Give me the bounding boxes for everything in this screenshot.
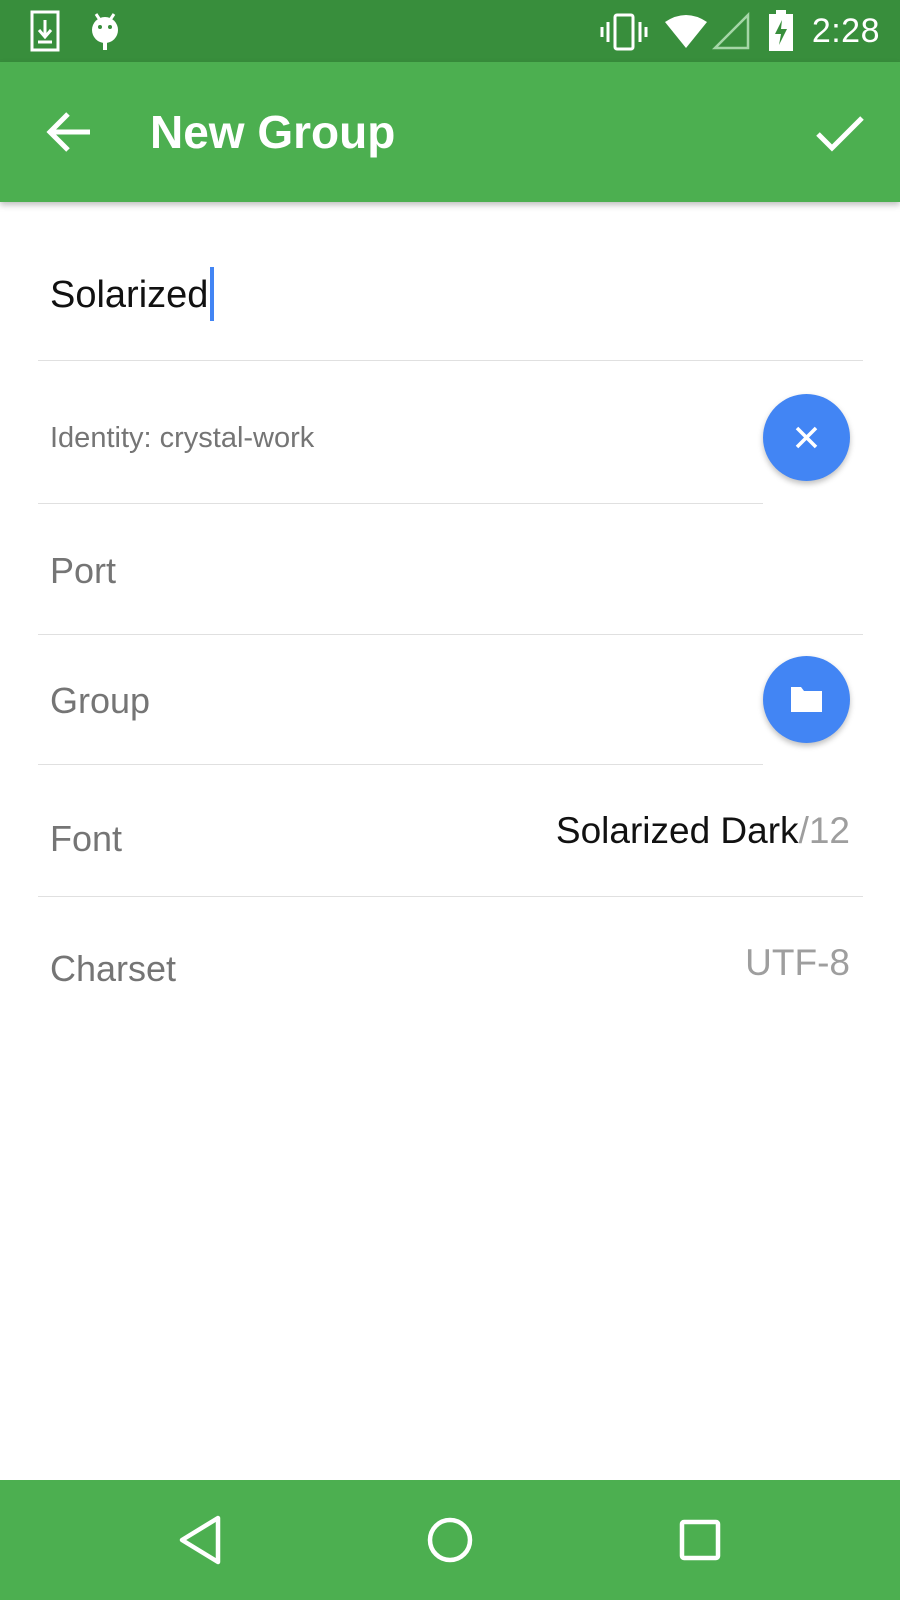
battery-charging-icon [769,10,793,51]
download-icon [30,10,60,52]
font-selector[interactable]: Solarized Dark/12 [556,810,850,852]
clear-identity-button[interactable] [763,394,850,481]
divider [38,503,763,504]
no-signal-icon [712,12,750,50]
recents-square-icon[interactable] [670,1510,730,1570]
arrow-back-icon[interactable] [40,102,100,162]
home-circle-icon[interactable] [420,1510,480,1570]
close-icon [795,426,818,449]
check-icon[interactable] [810,102,870,162]
group-input[interactable]: Group [50,680,150,722]
status-time: 2:28 [811,12,880,50]
vibrate-icon [600,13,648,51]
divider [38,634,863,635]
app-bar: New Group [0,62,900,202]
wifi-icon [665,15,707,48]
android-debug-icon [92,13,118,50]
font-value: Solarized Dark [555,810,799,851]
divider [38,896,863,897]
page-title: New Group [150,106,396,158]
divider [38,360,863,361]
text-cursor [210,266,215,321]
folder-icon [791,687,822,712]
identity-label[interactable]: Identity: crystal-work [50,422,314,455]
status-bar: 2:28 [0,0,900,62]
navigation-bar [0,1480,900,1600]
font-label[interactable]: Font [50,818,122,860]
pick-group-button[interactable] [763,656,850,743]
group-name-field[interactable]: Solarized [50,266,215,321]
divider [38,764,763,765]
charset-label[interactable]: Charset [50,948,176,990]
port-input[interactable]: Port [50,550,116,592]
font-size-value: /12 [798,810,850,851]
group-name-value: Solarized [50,274,209,316]
back-triangle-icon[interactable] [172,1510,232,1570]
charset-value[interactable]: UTF-8 [745,942,850,984]
